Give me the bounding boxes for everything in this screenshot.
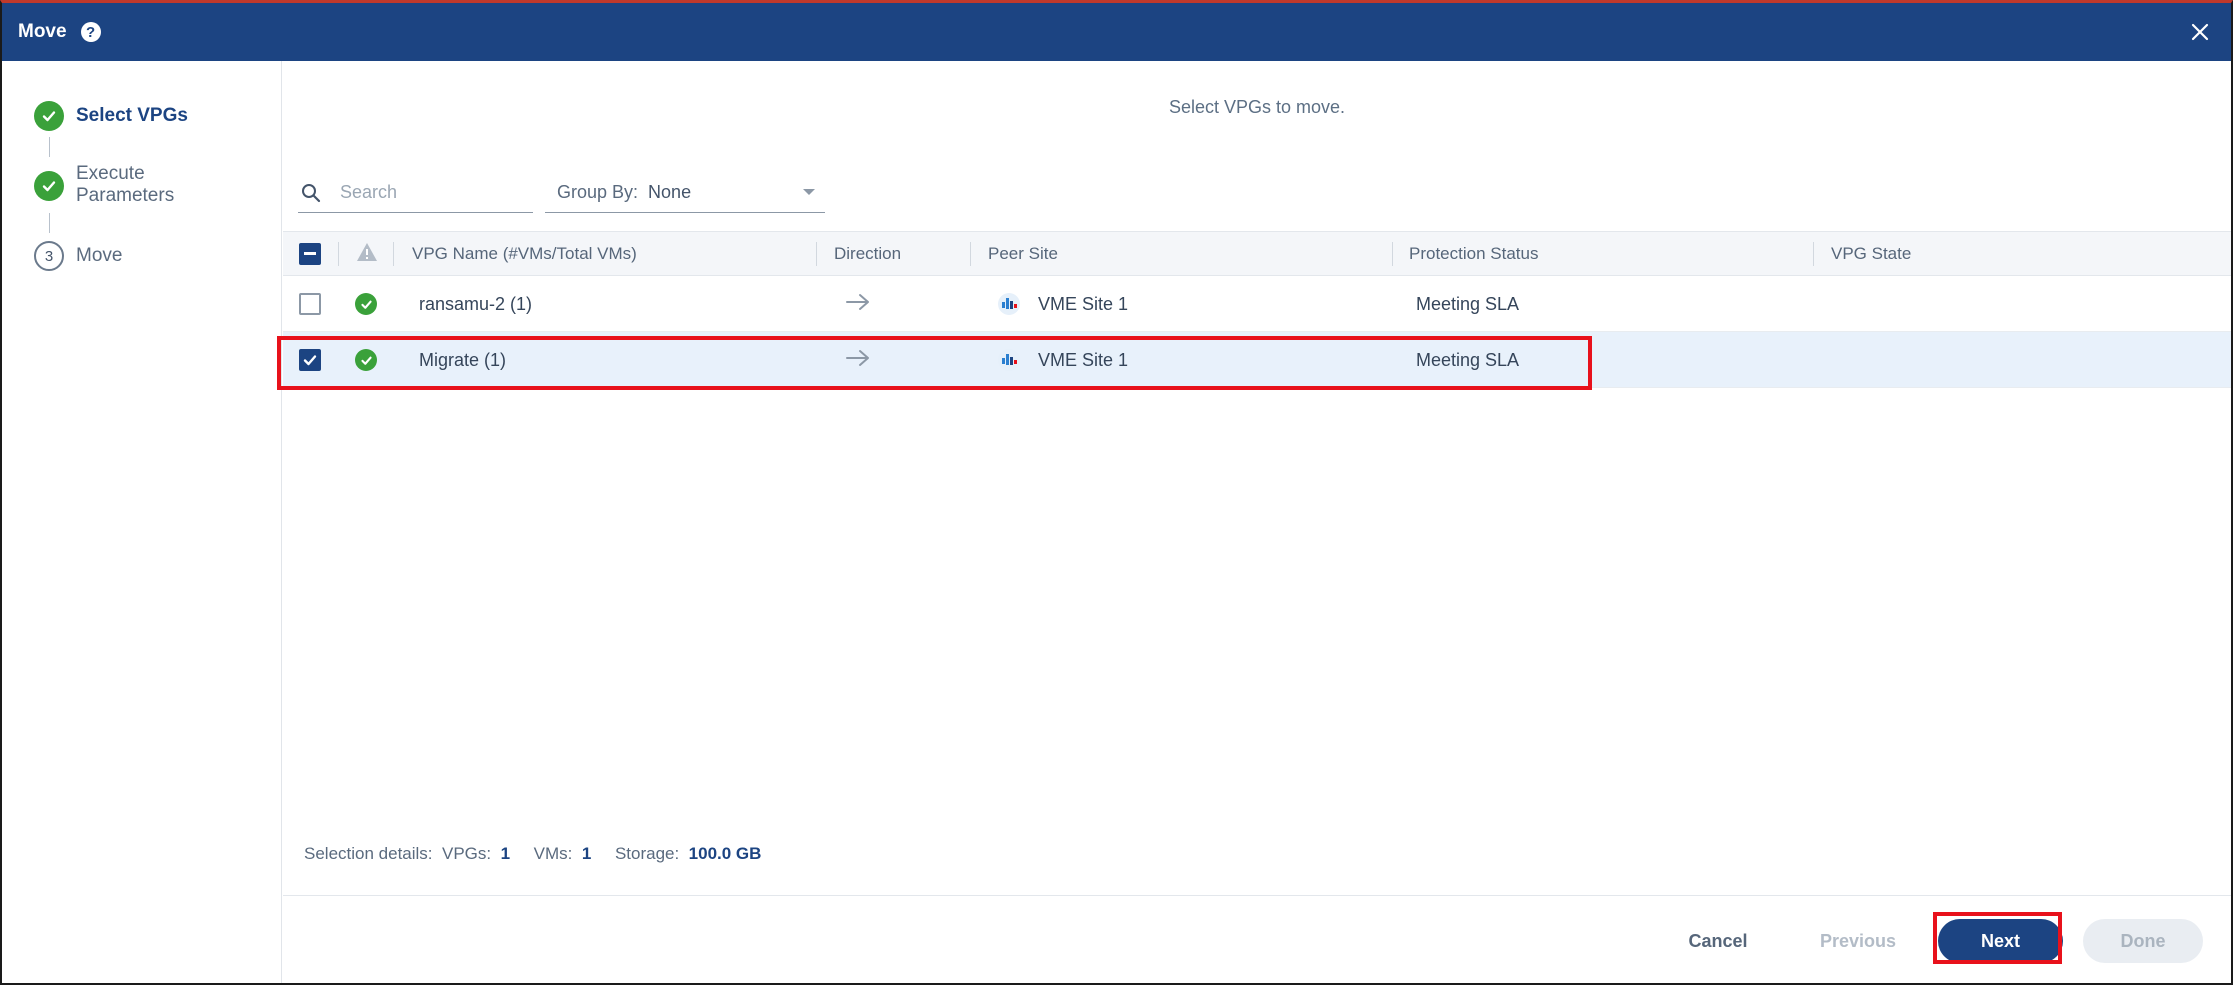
site-logo-icon (996, 348, 1022, 372)
row-checkbox-cell (299, 332, 321, 388)
column-divider (1813, 242, 1814, 266)
cancel-button[interactable]: Cancel (1663, 919, 1773, 963)
wizard-step-label-line2: Parameters (76, 185, 175, 206)
selection-details: Selection details: VPGs: 1 VMs: 1 Storag… (304, 844, 761, 864)
check-circle-icon (34, 171, 64, 201)
step-connector (49, 213, 50, 233)
vms-label: VMs: (533, 844, 573, 863)
direction-cell (845, 332, 871, 388)
direction-cell (845, 276, 871, 332)
dialog-title-bar: Move ? (2, 3, 2231, 61)
column-header-peer-site[interactable]: Peer Site (988, 232, 1058, 276)
peer-site-cell: VME Site 1 (996, 332, 1128, 388)
column-divider (338, 242, 339, 266)
step-number-badge: 3 (34, 241, 64, 271)
column-header-protection-status[interactable]: Protection Status (1409, 232, 1538, 276)
select-all-checkbox[interactable] (299, 243, 321, 265)
vpg-name-cell: ransamu-2 (1) (419, 293, 533, 314)
column-header-direction[interactable]: Direction (834, 232, 901, 276)
wizard-step-label: Select VPGs (76, 105, 188, 126)
check-circle-icon (355, 349, 377, 371)
check-circle-icon (355, 293, 377, 315)
vpg-name-cell: Migrate (1) (419, 349, 507, 370)
peer-site-cell: VME Site 1 (996, 276, 1128, 332)
wizard-steps: Select VPGs Execute Parameters 3 Move (2, 61, 282, 983)
wizard-step-execute-parameters[interactable]: Execute Parameters (34, 163, 174, 207)
storage-label: Storage: (614, 844, 680, 863)
move-dialog: Move ? Select VPGs Execute Parameters 3 (0, 0, 2233, 985)
dialog-title: Move (18, 21, 67, 42)
search-box (298, 173, 533, 213)
peer-site-name: VME Site 1 (1038, 293, 1129, 314)
main-panel: Select VPGs to move. Group By: None (277, 61, 2231, 983)
check-circle-icon (34, 101, 64, 131)
column-divider (1392, 242, 1393, 266)
column-header-vpg-state[interactable]: VPG State (1831, 232, 1911, 276)
group-by-select[interactable]: Group By: None (545, 173, 825, 213)
column-divider (816, 242, 817, 266)
table-row[interactable]: Migrate (1) VME Site 1 Meeting SLA (283, 332, 2231, 388)
wizard-step-label: Execute Parameters (76, 163, 174, 207)
footer-divider (283, 895, 2231, 896)
selection-details-label: Selection details: (304, 844, 433, 863)
vms-count: 1 (581, 844, 592, 863)
wizard-step-move[interactable]: 3 Move (34, 241, 122, 271)
arrow-right-icon (845, 348, 871, 373)
wizard-step-label-line1: Execute (76, 163, 145, 184)
instruction-text: Select VPGs to move. (1168, 97, 1346, 117)
warning-icon (356, 242, 378, 267)
vpg-table: VPG Name (#VMs/Total VMs) Direction Peer… (283, 231, 2231, 388)
column-divider (970, 242, 971, 266)
wizard-step-label: Move (76, 245, 123, 266)
row-checkbox-cell (299, 276, 321, 332)
peer-site-name: VME Site 1 (1038, 349, 1129, 370)
vpgs-count: 1 (500, 844, 511, 863)
row-checkbox[interactable] (299, 349, 321, 371)
wizard-step-select-vpgs[interactable]: Select VPGs (34, 101, 188, 131)
protection-status-cell: Meeting SLA (1416, 349, 1520, 370)
next-button[interactable]: Next (1938, 919, 2063, 963)
close-icon[interactable] (2185, 17, 2215, 47)
help-circle-icon[interactable]: ? (80, 22, 101, 42)
select-all-checkbox-cell (299, 232, 321, 276)
arrow-right-icon (845, 292, 871, 317)
column-divider (393, 242, 394, 266)
protection-status-cell: Meeting SLA (1416, 293, 1520, 314)
alert-column-header (356, 232, 378, 276)
chevron-down-icon (803, 189, 815, 195)
vpgs-label: VPGs: (441, 844, 492, 863)
search-icon (300, 182, 322, 204)
table-row[interactable]: ransamu-2 (1) VME Site 1 Meeting SLA (283, 276, 2231, 332)
site-logo-icon (996, 292, 1022, 316)
status-cell (355, 276, 377, 332)
row-checkbox[interactable] (299, 293, 321, 315)
column-header-vpg-name[interactable]: VPG Name (#VMs/Total VMs) (412, 232, 637, 276)
previous-button[interactable]: Previous (1793, 919, 1923, 963)
table-header: VPG Name (#VMs/Total VMs) Direction Peer… (283, 231, 2231, 276)
group-by-value: None (648, 182, 692, 202)
storage-value: 100.0 GB (688, 844, 762, 863)
status-cell (355, 332, 377, 388)
search-input[interactable] (340, 182, 520, 203)
group-by-label: Group By: (557, 182, 639, 202)
step-connector (49, 137, 50, 157)
done-button[interactable]: Done (2083, 919, 2203, 963)
